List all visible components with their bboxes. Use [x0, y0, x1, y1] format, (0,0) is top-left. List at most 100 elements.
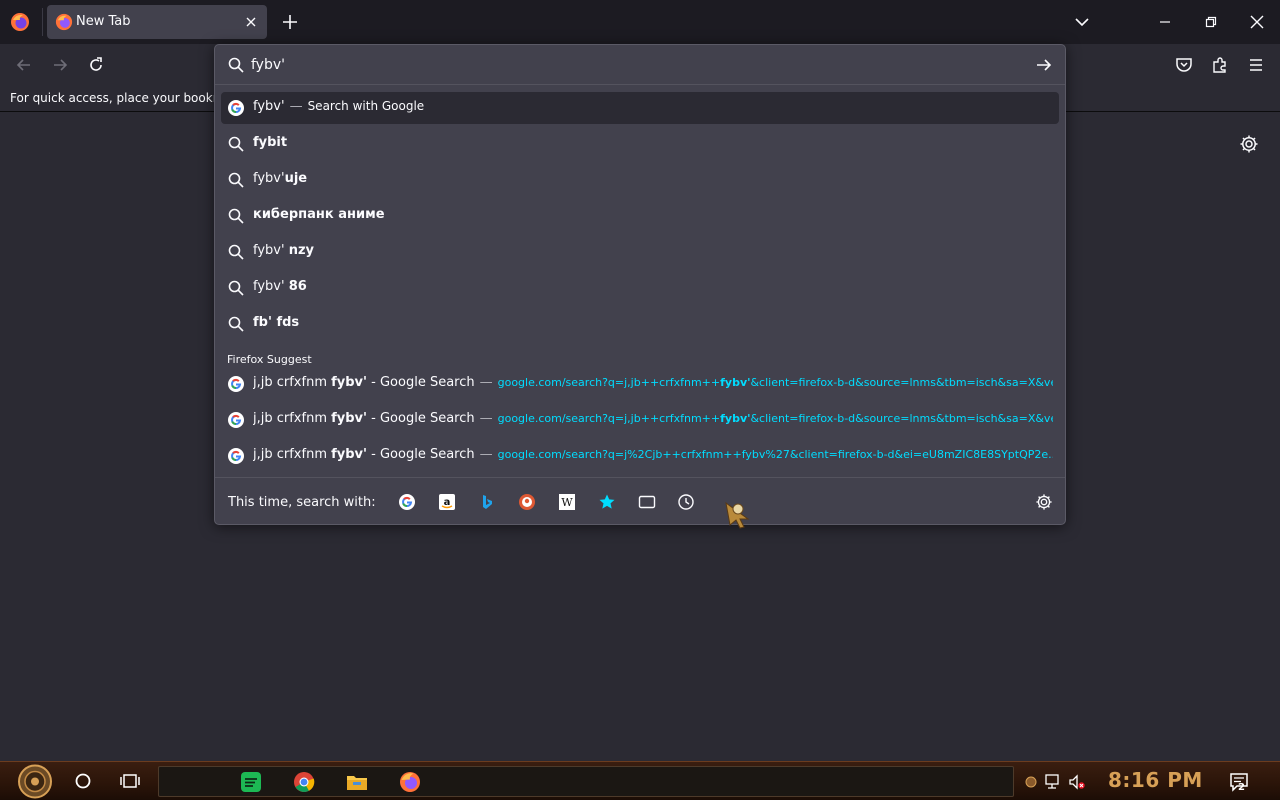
suggestion-row-search-engine[interactable]: fybv' — Search with Google — [221, 92, 1059, 124]
amazon-icon: a — [439, 494, 455, 510]
taskbar-clock[interactable]: 8:16 PM — [1108, 768, 1203, 792]
windows-taskbar: 8:16 PM 2 — [0, 761, 1280, 800]
close-icon — [1250, 15, 1264, 29]
suggestion-url: google.com/search?q=j%2Cjb++crfxfnm++fyb… — [498, 448, 1053, 461]
notification-count: 2 — [1238, 782, 1245, 793]
suggestion-text: fybv' 86 — [253, 279, 307, 294]
search-tabs-button[interactable] — [636, 492, 658, 512]
title-match: fybv' — [331, 375, 368, 390]
history-icon — [678, 494, 694, 510]
search-wikipedia-button[interactable]: W — [556, 492, 578, 512]
google-icon — [228, 448, 244, 464]
search-icon — [228, 316, 244, 332]
extensions-button[interactable] — [1208, 54, 1232, 76]
suggestion-query: fybv' — [253, 99, 285, 114]
firefox-suggest-label: Firefox Suggest — [227, 353, 312, 366]
reload-icon — [90, 57, 102, 71]
tab-new-tab[interactable]: New Tab — [47, 5, 267, 39]
pocket-icon — [1176, 58, 1192, 72]
url-match: fybv' — [720, 376, 751, 389]
close-tab-icon[interactable] — [243, 14, 259, 30]
search-with-label: This time, search with: — [228, 495, 376, 510]
suggestion-text: j,jb crfxfnm fybv' - Google Search — googl… — [253, 411, 1053, 426]
app-menu-button[interactable] — [1244, 54, 1268, 76]
title-suffix: - Google Search — [367, 447, 475, 462]
title-prefix: j,jb crfxfnm — [253, 447, 332, 462]
arrow-left-icon — [16, 59, 30, 71]
google-icon — [399, 494, 415, 510]
suggestion-row[interactable]: fybv'uje — [221, 164, 1059, 196]
start-button-icon[interactable] — [12, 763, 58, 800]
tab-strip: New Tab — [0, 0, 1280, 44]
search-duckduckgo-button[interactable] — [516, 492, 538, 512]
close-window-button[interactable] — [1234, 0, 1280, 44]
suggestion-completion: киберпанк аниме — [253, 207, 385, 222]
tray-overflow-icon[interactable] — [1022, 773, 1040, 791]
network-icon[interactable] — [1044, 773, 1062, 791]
bookmarks-star-icon — [599, 494, 615, 509]
forward-button[interactable] — [48, 54, 72, 76]
minimize-button[interactable] — [1142, 0, 1188, 44]
search-icon — [228, 57, 244, 73]
firefox-app-icon[interactable] — [398, 770, 422, 794]
title-prefix: j,jb crfxfnm — [253, 411, 332, 426]
tabs-icon — [638, 495, 656, 509]
urlbar-input-row — [215, 45, 1065, 85]
bookmarks-hint: For quick access, place your bookmar — [10, 91, 237, 105]
search-icon — [228, 172, 244, 188]
search-bookmarks-button[interactable] — [596, 492, 618, 512]
suggestion-row[interactable]: fb' fds — [221, 308, 1059, 340]
google-icon — [228, 376, 244, 392]
search-bing-button[interactable] — [476, 492, 498, 512]
task-view-icon[interactable] — [120, 772, 140, 790]
suggestion-text: fybit — [253, 135, 287, 150]
search-google-button[interactable] — [396, 492, 418, 512]
file-explorer-app-icon[interactable] — [345, 770, 369, 794]
firefox-view-icon[interactable] — [10, 12, 30, 32]
spotify-app-icon[interactable] — [239, 770, 263, 794]
separator: — — [479, 411, 493, 426]
hamburger-menu-icon — [1250, 59, 1262, 71]
restore-button[interactable] — [1188, 0, 1234, 44]
new-tab-plus-icon[interactable] — [280, 12, 300, 32]
suggestion-url: google.com/search?q=j,jb++crfxfnm++fybv'… — [498, 412, 1053, 425]
suggestion-prefix: fybv' — [253, 171, 285, 186]
gear-icon[interactable] — [1239, 134, 1259, 154]
url-input[interactable] — [251, 51, 1011, 79]
google-icon — [228, 100, 244, 116]
back-button[interactable] — [12, 54, 36, 76]
suggestion-url: google.com/search?q=j,jb++crfxfnm++fybv'… — [498, 376, 1053, 389]
svg-text:W: W — [561, 496, 573, 509]
search-amazon-button[interactable]: a — [436, 492, 458, 512]
suggestion-prefix: fybv' — [253, 279, 289, 294]
firefox-suggest-row[interactable]: j,jb crfxfnm fybv' - Google Search — googl… — [221, 404, 1059, 436]
chevron-down-icon[interactable] — [1072, 12, 1092, 32]
gear-icon[interactable] — [1035, 493, 1053, 511]
cortana-circle-icon[interactable] — [74, 772, 92, 790]
title-suffix: - Google Search — [367, 375, 475, 390]
wikipedia-icon: W — [559, 494, 575, 510]
separator: — — [479, 447, 493, 462]
suggestion-completion: uje — [284, 171, 308, 186]
suggestion-completion: nzy — [288, 243, 314, 258]
volume-muted-icon[interactable] — [1068, 773, 1086, 791]
arrow-right-icon[interactable] — [1035, 56, 1053, 74]
reload-button[interactable] — [84, 54, 108, 76]
suggestion-text: киберпанк аниме — [253, 207, 385, 222]
duckduckgo-icon — [519, 494, 535, 510]
suggestion-row[interactable]: киберпанк аниме — [221, 200, 1059, 232]
taskbar-apps-area — [158, 766, 1014, 797]
suggestion-completion: fb' fds — [253, 315, 300, 330]
title-prefix: j,jb crfxfnm — [253, 375, 332, 390]
search-history-button[interactable] — [675, 492, 697, 512]
separator: — — [289, 99, 303, 114]
firefox-suggest-row[interactable]: j,jb crfxfnm fybv' - Google Search — googl… — [221, 368, 1059, 400]
bing-icon — [483, 495, 492, 509]
suggestion-row[interactable]: fybv' 86 — [221, 272, 1059, 304]
chrome-app-icon[interactable] — [292, 770, 316, 794]
pocket-button[interactable] — [1172, 54, 1196, 76]
suggestion-row[interactable]: fybit — [221, 128, 1059, 160]
firefox-suggest-row[interactable]: j,jb crfxfnm fybv' - Google Search — googl… — [221, 440, 1059, 472]
url-prefix: google.com/search?q=j,jb++crfxfnm++ — [497, 412, 721, 425]
suggestion-row[interactable]: fybv' nzy — [221, 236, 1059, 268]
